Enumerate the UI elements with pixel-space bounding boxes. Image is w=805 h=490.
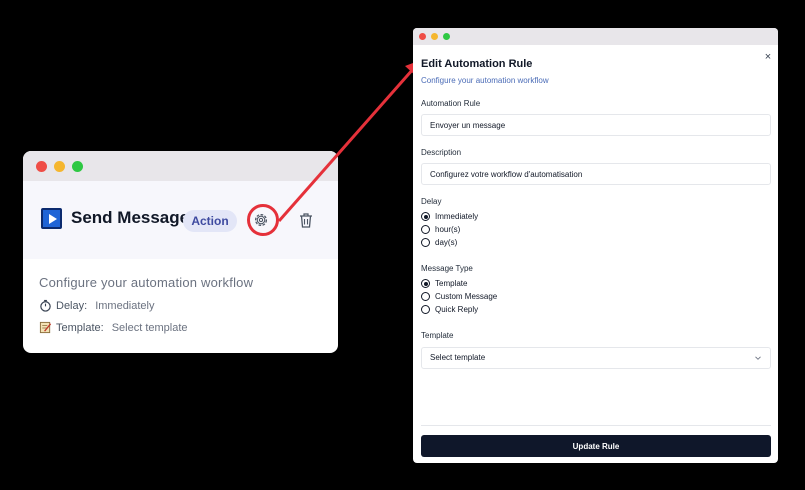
dialog-titlebar [413,28,778,45]
highlight-circle [247,204,279,236]
template-label: Template: [56,321,104,334]
message-type-custom[interactable]: Custom Message [421,292,497,301]
radio-label: hour(s) [435,225,461,234]
dialog-subtitle: Configure your automation workflow [421,76,549,85]
update-rule-button[interactable]: Update Rule [421,435,771,457]
delay-option-days[interactable]: day(s) [421,238,457,247]
action-badge: Action [183,210,237,232]
footer-divider [421,425,771,426]
radio-label: Custom Message [435,292,498,301]
delay-option-hours[interactable]: hour(s) [421,225,460,234]
delay-value: Immediately [95,299,155,312]
node-card: Send Message Configure your automation w… [23,151,338,353]
radio-label: Template [435,279,468,288]
template-value: Select template [111,321,188,334]
edit-rule-dialog: × Edit Automation Rule Configure your au… [413,28,778,463]
play-icon [41,208,62,229]
radio-button[interactable] [421,225,430,234]
message-type-label: Message Type [421,264,473,273]
close-window-dot[interactable] [36,161,47,172]
memo-icon [39,321,52,334]
card-body: Configure your automation workflow Delay… [23,259,338,350]
card-title: Send Message [71,208,190,227]
radio-button[interactable] [421,212,430,221]
description-label: Description [421,148,462,157]
delay-row: Delay: Immediately [39,299,322,312]
template-row: Template: Select template [39,321,322,334]
message-type-template[interactable]: Template [421,279,467,288]
minimize-window-dot[interactable] [431,33,438,40]
card-header: Send Message [23,181,338,259]
rule-label: Automation Rule [421,99,481,108]
radio-label: Immediately [435,212,479,221]
maximize-window-dot[interactable] [443,33,450,40]
chevron-down-icon [755,356,761,360]
delay-label: Delay [421,197,442,206]
message-type-quick-reply[interactable]: Quick Reply [421,305,478,314]
maximize-window-dot[interactable] [72,161,83,172]
radio-button[interactable] [421,238,430,247]
radio-button[interactable] [421,305,430,314]
delay-label: Delay: [56,299,88,312]
trash-icon[interactable] [298,212,314,229]
radio-label: Quick Reply [435,305,479,314]
close-icon[interactable]: × [763,52,773,63]
radio-label: day(s) [435,238,458,247]
dialog-title: Edit Automation Rule [421,58,533,70]
radio-button[interactable] [421,279,430,288]
rule-name-input[interactable] [421,114,771,136]
minimize-window-dot[interactable] [54,161,65,172]
template-label: Template [421,331,454,340]
template-select[interactable]: Select template [421,347,771,369]
delay-option-immediately[interactable]: Immediately [421,212,478,221]
stopwatch-icon [40,299,51,312]
description-input[interactable] [421,163,771,185]
radio-button[interactable] [421,292,430,301]
close-window-dot[interactable] [419,33,426,40]
card-description: Configure your automation workflow [39,275,254,290]
template-select-value: Select template [430,353,486,362]
card-titlebar [23,151,338,181]
